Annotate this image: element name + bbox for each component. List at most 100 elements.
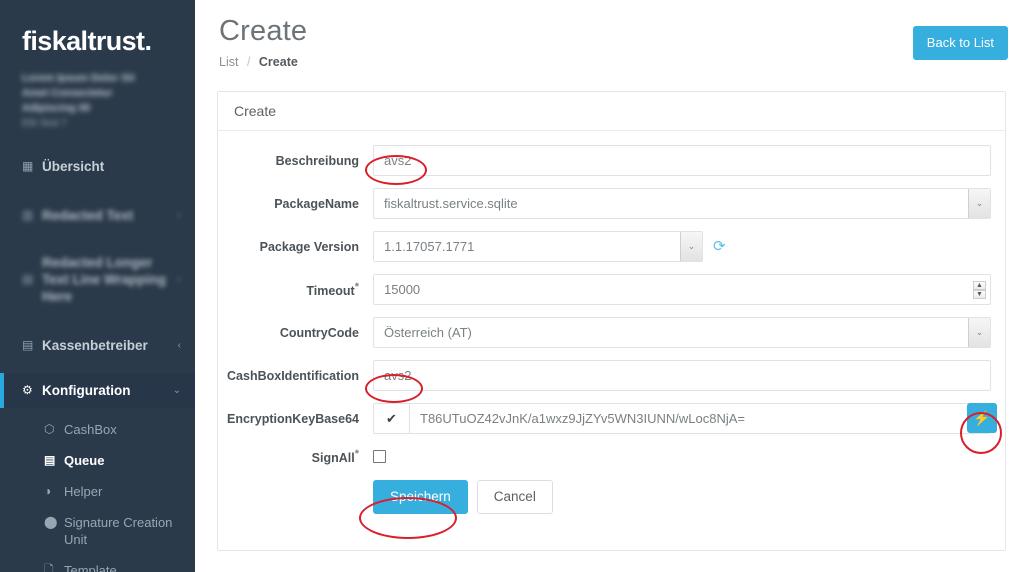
field-wrap-encryption-key: ✔ ⚡ bbox=[373, 403, 997, 434]
account-info: Lorem Ipsum Dolor Sit Amet Consectetur A… bbox=[0, 67, 195, 131]
field-wrap-actions: Speichern Cancel bbox=[373, 480, 991, 515]
form-row-package-name: PackageName ⌄ bbox=[218, 188, 1005, 219]
app-root: fiskaltrust. Lorem Ipsum Dolor Sit Amet … bbox=[0, 0, 1024, 572]
create-card: Create Beschreibung PackageName bbox=[217, 91, 1006, 551]
chevron-left-icon: ‹ bbox=[177, 210, 181, 221]
form-row-actions: Speichern Cancel bbox=[218, 480, 1005, 515]
sidebar-subitem-label: Helper bbox=[64, 484, 103, 499]
form-row-cashbox-identification: CashBoxIdentification bbox=[218, 360, 1005, 391]
contrast-icon: ◑ bbox=[44, 484, 52, 498]
breadcrumb-list-link[interactable]: List bbox=[219, 55, 238, 69]
encryption-key-input[interactable] bbox=[409, 403, 991, 434]
account-line-3: Adipiscing 00 bbox=[22, 102, 91, 114]
form-row-package-version: Package Version ⌄ ⟳ bbox=[218, 231, 1005, 262]
chevron-down-icon[interactable]: ⌄ bbox=[968, 318, 990, 347]
form-row-timeout: Timeout* ▲ ▼ bbox=[218, 274, 1005, 305]
chevron-down-icon[interactable]: ⌄ bbox=[680, 232, 702, 261]
field-wrap-package-name: ⌄ bbox=[373, 188, 991, 219]
sidebar-item-label: Übersicht bbox=[42, 159, 105, 174]
label-cashbox-identification: CashBoxIdentification bbox=[227, 368, 359, 383]
sidebar-subitem-label: Signature Creation Unit bbox=[64, 515, 173, 547]
form-row-sign-all: SignAll* bbox=[218, 446, 1005, 466]
database-icon: ▤ bbox=[44, 453, 56, 467]
sidebar-item-cashbox[interactable]: ⬡ CashBox bbox=[0, 414, 195, 445]
package-version-value[interactable] bbox=[373, 231, 703, 262]
generate-key-button[interactable]: ⚡ bbox=[967, 403, 997, 433]
sidebar-item-redacted-2[interactable]: ▤ Redacted Longer Text Line Wrapping Her… bbox=[0, 245, 195, 314]
label-beschreibung: Beschreibung bbox=[275, 153, 359, 168]
brand-logo: fiskaltrust. bbox=[22, 26, 152, 56]
field-wrap-timeout: ▲ ▼ bbox=[373, 274, 991, 305]
country-code-select[interactable]: ⌄ bbox=[373, 317, 991, 348]
stepper-up-icon[interactable]: ▲ bbox=[973, 280, 986, 290]
sidebar-item-redacted-1[interactable]: ▥ Redacted Text ‹ bbox=[0, 198, 195, 233]
field-wrap-package-version: ⌄ ⟳ bbox=[373, 231, 991, 262]
sidebar-subitem-label: Queue bbox=[64, 453, 105, 468]
stepper-down-icon[interactable]: ▼ bbox=[973, 289, 986, 299]
chevron-down-icon[interactable]: ⌄ bbox=[968, 189, 990, 218]
sidebar: fiskaltrust. Lorem Ipsum Dolor Sit Amet … bbox=[0, 0, 195, 572]
sidebar-item-queue[interactable]: ▤ Queue bbox=[0, 445, 195, 476]
breadcrumb: List / Create bbox=[219, 55, 1000, 69]
field-wrap-cashbox-identification bbox=[373, 360, 991, 391]
sidebar-item-label: Redacted Text bbox=[42, 208, 134, 223]
sidebar-subitem-label: CashBox bbox=[64, 422, 117, 437]
sidebar-item-template[interactable]: 🗋 Template bbox=[0, 555, 195, 572]
label-package-version: Package Version bbox=[259, 239, 359, 254]
chevron-left-icon: ‹ bbox=[177, 340, 181, 351]
cancel-button[interactable]: Cancel bbox=[476, 480, 553, 515]
sidebar-subitem-label: Template bbox=[64, 563, 117, 572]
refresh-icon[interactable]: ⟳ bbox=[713, 239, 726, 254]
account-line-1: Lorem Ipsum Dolor Sit bbox=[22, 72, 135, 84]
sidebar-item-kassenbetreiber[interactable]: ▤ Kassenbetreiber ‹ bbox=[0, 328, 195, 363]
card-title: Create bbox=[218, 92, 1005, 131]
content-area: Create Beschreibung PackageName bbox=[195, 69, 1024, 551]
sidebar-item-label: Redacted Longer Text Line Wrapping Here bbox=[42, 255, 167, 304]
encryption-key-group: ✔ bbox=[373, 403, 991, 434]
beschreibung-input[interactable] bbox=[373, 145, 991, 176]
main-content: Create List / Create Back to List Create… bbox=[195, 0, 1024, 572]
file-icon: 🗋 bbox=[44, 563, 54, 572]
page-title: Create bbox=[219, 15, 308, 47]
sidebar-item-konfiguration[interactable]: ⚙ Konfiguration ⌄ bbox=[0, 373, 195, 408]
label-timeout: Timeout* bbox=[218, 279, 373, 299]
chevron-down-icon: ⌄ bbox=[172, 385, 181, 396]
label-package-name: PackageName bbox=[274, 196, 359, 211]
label-country-code: CountryCode bbox=[279, 325, 359, 340]
country-code-value[interactable] bbox=[373, 317, 991, 348]
sidebar-item-label: Konfiguration bbox=[42, 383, 131, 398]
form-row-encryption-key: EncryptionKeyBase64 ✔ ⚡ bbox=[218, 403, 1005, 434]
sidebar-item-signature-creation-unit[interactable]: ⬤ Signature Creation Unit bbox=[0, 507, 195, 555]
package-name-select[interactable]: ⌄ bbox=[373, 188, 991, 219]
sign-all-checkbox[interactable] bbox=[373, 449, 386, 463]
sidebar-item-ubersicht[interactable]: ▦ Übersicht bbox=[0, 149, 195, 184]
package-name-value[interactable] bbox=[373, 188, 991, 219]
label-sign-all: SignAll* bbox=[218, 446, 373, 466]
save-button[interactable]: Speichern bbox=[373, 480, 468, 515]
timeout-input[interactable] bbox=[373, 274, 991, 305]
field-wrap-country-code: ⌄ bbox=[373, 317, 991, 348]
check-icon[interactable]: ✔ bbox=[373, 403, 409, 434]
circle-icon: ⬤ bbox=[44, 515, 58, 529]
chevron-left-icon: ‹ bbox=[177, 274, 181, 285]
cashbox-identification-input[interactable] bbox=[373, 360, 991, 391]
create-form: Beschreibung PackageName ⌄ bbox=[218, 131, 1005, 515]
gears-icon: ⚙ bbox=[22, 383, 33, 397]
sidebar-item-label: Kassenbetreiber bbox=[42, 338, 148, 353]
package-version-select[interactable]: ⌄ bbox=[373, 231, 703, 262]
action-buttons: Speichern Cancel bbox=[373, 480, 553, 515]
building-icon: ▤ bbox=[22, 338, 34, 352]
number-stepper[interactable]: ▲ ▼ bbox=[972, 278, 987, 301]
field-wrap-sign-all bbox=[373, 449, 991, 463]
form-row-country-code: CountryCode ⌄ bbox=[218, 317, 1005, 348]
required-marker: * bbox=[354, 281, 359, 294]
field-wrap-beschreibung bbox=[373, 145, 991, 176]
back-to-list-button[interactable]: Back to List bbox=[912, 26, 1008, 60]
cube-icon: ⬡ bbox=[44, 422, 55, 436]
breadcrumb-current: Create bbox=[258, 55, 298, 69]
sidebar-item-helper[interactable]: ◑ Helper bbox=[0, 476, 195, 507]
label-timeout-text: Timeout bbox=[306, 284, 355, 299]
breadcrumb-separator: / bbox=[246, 55, 251, 69]
form-row-beschreibung: Beschreibung bbox=[218, 145, 1005, 176]
page-header: Create List / Create bbox=[195, 0, 1024, 69]
